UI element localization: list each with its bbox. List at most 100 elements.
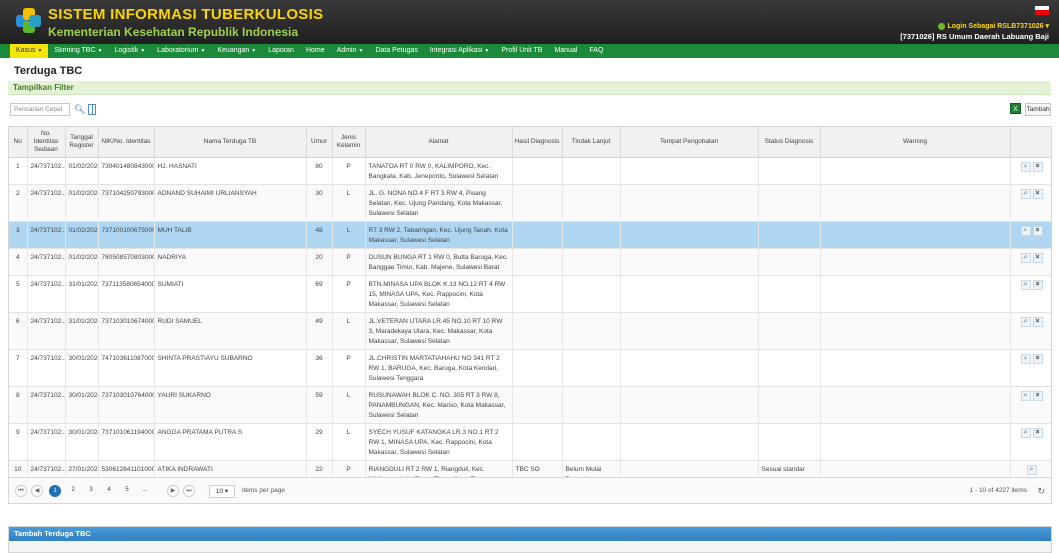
column-header[interactable]: Jenis Kelamin xyxy=(332,127,366,158)
close-icon[interactable]: × xyxy=(1032,279,1043,290)
search-icon[interactable]: 🔍︎ xyxy=(74,104,85,115)
cell-alamat: DUSUN BUNGA RT 1 RW 0, Butta Baruga, Kec… xyxy=(365,248,513,276)
cell-umur: 69 xyxy=(306,275,333,313)
table-row[interactable]: 5 24/737102... 31/01/2024 7371135806540003 S… xyxy=(9,275,1051,313)
menu-item-laboratorium[interactable]: Laboratorium ▼ xyxy=(151,44,211,58)
column-header[interactable]: NIK/No. Identitas xyxy=(98,127,155,158)
page-number-button[interactable]: 1 xyxy=(49,485,61,497)
menu-item-integrasi-aplikasi[interactable]: Integrasi Aplikasi ▼ xyxy=(424,44,495,58)
cell-sediaan: 24/737102... xyxy=(27,312,66,350)
cell-status xyxy=(758,349,821,387)
menu-item-home[interactable]: Home xyxy=(300,44,331,58)
cell-sediaan: 24/737102... xyxy=(27,386,66,424)
magnifier-icon[interactable]: ⌕ xyxy=(1020,427,1031,438)
cell-warning xyxy=(820,460,1011,477)
page-number-button[interactable]: 5 xyxy=(121,485,133,497)
table-row[interactable]: 1 24/737102... 01/02/2024 7304014808430001 H… xyxy=(9,157,1051,185)
table-row[interactable]: 6 24/737102... 31/01/2024 7371030106740009 R… xyxy=(9,312,1051,350)
cell-no: 3 xyxy=(9,221,28,249)
next-page-button[interactable]: ▶ xyxy=(167,485,179,497)
cell-alamat: JL. G. NONA NO.4 F RT 3 RW 4, Pisang Sel… xyxy=(365,184,513,222)
menu-item-keuangan[interactable]: Keuangan ▼ xyxy=(211,44,262,58)
page-number-button[interactable]: 2 xyxy=(67,485,79,497)
table-row[interactable]: 8 24/737102... 30/01/2024 7371030107640002 Y… xyxy=(9,386,1051,424)
magnifier-icon[interactable]: ⌕ xyxy=(1020,188,1031,199)
cell-no: 5 xyxy=(9,275,28,313)
column-header[interactable]: No. Identitas Sediaan xyxy=(27,127,66,158)
cell-tempat xyxy=(620,275,759,313)
column-header[interactable]: No xyxy=(9,127,28,158)
column-header[interactable]: Status Diagnosis xyxy=(758,127,821,158)
add-button[interactable]: Tambah xyxy=(1025,103,1051,116)
column-header[interactable]: Tempat Pengobatan xyxy=(620,127,759,158)
cell-nama: ADNAND SUHAIMI URLIANSYAH xyxy=(154,184,307,222)
cell-sediaan: 24/737102... xyxy=(27,221,66,249)
show-filter-toggle[interactable]: Tampilkan Filter xyxy=(8,81,1051,95)
page-number-button[interactable]: ... xyxy=(139,485,151,497)
table-row[interactable]: 4 24/737102... 01/02/2024 7605085708030003 N… xyxy=(9,248,1051,276)
menu-item-manual[interactable]: Manual xyxy=(548,44,583,58)
table-row[interactable]: 10 24/737102... 27/01/2024 5306126411010002… xyxy=(9,460,1051,477)
close-icon[interactable]: × xyxy=(1032,390,1043,401)
cell-no: 9 xyxy=(9,423,28,461)
close-icon[interactable]: × xyxy=(1032,161,1043,172)
close-icon[interactable]: × xyxy=(1032,188,1043,199)
column-header[interactable]: Nama Terduga TB xyxy=(154,127,307,158)
refresh-icon[interactable]: ↻ xyxy=(1037,486,1045,497)
menu-item-data-petugas[interactable]: Data Petugas xyxy=(369,44,423,58)
close-icon[interactable]: × xyxy=(1032,427,1043,438)
close-icon[interactable]: × xyxy=(1032,252,1043,263)
cell-warning xyxy=(820,423,1011,461)
cell-nik: 7471036110870001 xyxy=(98,349,155,387)
close-icon[interactable]: × xyxy=(1032,316,1043,327)
page-number-button[interactable]: 4 xyxy=(103,485,115,497)
prev-page-button[interactable]: ◀ xyxy=(31,485,43,497)
magnifier-icon[interactable]: ⌕ xyxy=(1020,252,1031,263)
row-actions: ⌕ × xyxy=(1010,312,1051,350)
column-header[interactable]: Warning xyxy=(820,127,1011,158)
cell-tempat xyxy=(620,221,759,249)
table-row[interactable]: 3 24/737102... 01/02/2024 7371001006750004 M… xyxy=(9,221,1051,249)
menu-item-faq[interactable]: FAQ xyxy=(583,44,609,58)
column-header[interactable]: Umur xyxy=(306,127,333,158)
menu-item-logistik[interactable]: Logistik ▼ xyxy=(108,44,151,58)
column-header[interactable]: Hasil Diagnosis xyxy=(512,127,563,158)
column-header[interactable] xyxy=(1010,127,1051,158)
menu-item-admin[interactable]: Admin ▼ xyxy=(331,44,370,58)
quick-search-input[interactable]: Pencarian Cepat xyxy=(10,103,70,116)
cell-alamat: TANATOA RT 0 RW 0, KALIMPORO, Kec. Bangk… xyxy=(365,157,513,185)
cell-warning xyxy=(820,275,1011,313)
magnifier-icon[interactable]: ⌕ xyxy=(1020,225,1031,236)
last-page-button[interactable]: ⏭ xyxy=(183,485,195,497)
column-header[interactable]: Tanggal Register xyxy=(65,127,99,158)
row-actions: ⌕ × xyxy=(1010,386,1051,424)
columns-icon[interactable] xyxy=(88,104,96,115)
excel-icon[interactable]: X xyxy=(1010,103,1021,114)
menu-item-laporan[interactable]: Laporan xyxy=(262,44,300,58)
magnifier-icon[interactable]: ⌕ xyxy=(1020,353,1031,364)
magnifier-icon[interactable]: ⌕ xyxy=(1020,316,1031,327)
first-page-button[interactable]: ⏮ xyxy=(15,485,27,497)
close-icon[interactable]: × xyxy=(1032,353,1043,364)
table-row[interactable]: 9 24/737102... 30/01/2024 7371010611940002 A… xyxy=(9,423,1051,461)
column-header[interactable]: Tindak Lanjut xyxy=(562,127,621,158)
magnifier-icon[interactable]: ⌕ xyxy=(1026,464,1037,475)
magnifier-icon[interactable]: ⌕ xyxy=(1020,161,1031,172)
cell-umur: 59 xyxy=(306,386,333,424)
cell-umur: 20 xyxy=(306,248,333,276)
table-row[interactable]: 7 24/737102... 30/01/2024 7471036110870001 S… xyxy=(9,349,1051,387)
app-subtitle: Kementerian Kesehatan Republik Indonesia xyxy=(48,25,299,39)
user-menu[interactable]: Login Sebagai RSLB7371026 ▾ xyxy=(900,22,1049,30)
magnifier-icon[interactable]: ⌕ xyxy=(1020,390,1031,401)
menu-item-label: Profil Unit TB xyxy=(501,47,543,54)
close-icon[interactable]: × xyxy=(1032,225,1043,236)
table-row[interactable]: 2 24/737102... 01/02/2024 7371042507930001 A… xyxy=(9,184,1051,222)
menu-item-profil-unit-tb[interactable]: Profil Unit TB xyxy=(495,44,548,58)
cell-nama: ANGGA PRATAMA PUTRA S xyxy=(154,423,307,461)
column-header[interactable]: Alamat xyxy=(365,127,513,158)
menu-item-skrining-tbc[interactable]: Skrining TBC ▼ xyxy=(48,44,108,58)
page-number-button[interactable]: 3 xyxy=(85,485,97,497)
magnifier-icon[interactable]: ⌕ xyxy=(1020,279,1031,290)
per-page-select[interactable]: 10 ▾ xyxy=(209,485,235,498)
menu-item-kasus[interactable]: Kasus ▼ xyxy=(10,44,49,58)
